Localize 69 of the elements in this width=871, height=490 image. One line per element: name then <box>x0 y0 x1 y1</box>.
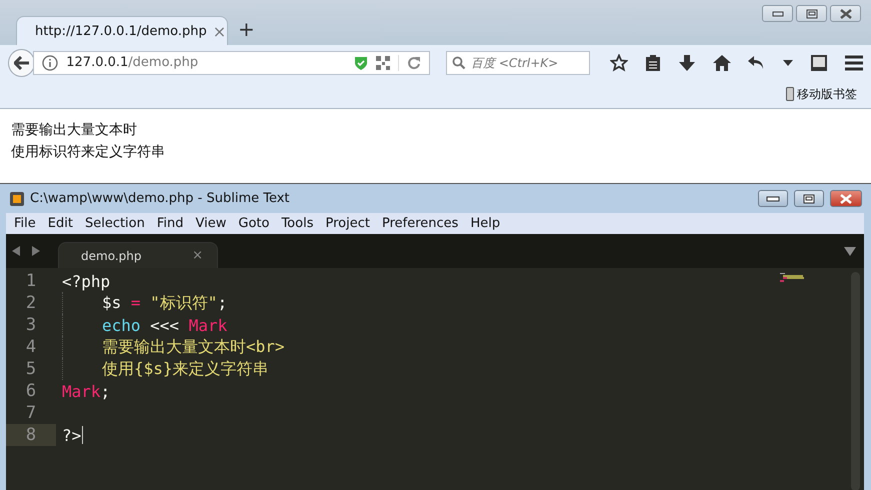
close-button[interactable] <box>830 190 862 207</box>
code-line: ?> <box>62 426 82 444</box>
line-number: 6 <box>24 380 38 402</box>
line-number: 4 <box>24 336 38 358</box>
menu-item[interactable]: Preferences <box>382 216 458 231</box>
window-title: C:\wamp\www\demo.php - Sublime Text <box>30 191 290 206</box>
close-icon[interactable]: × <box>212 22 226 40</box>
line-number: 3 <box>24 314 38 336</box>
code-line: Mark; <box>62 382 110 400</box>
menu-item[interactable]: Edit <box>48 216 73 231</box>
search-icon <box>452 56 466 70</box>
clipboard-icon[interactable] <box>645 54 661 72</box>
reader-icon[interactable] <box>810 54 828 72</box>
restore-icon <box>806 8 818 18</box>
close-icon <box>839 194 853 204</box>
qr-code-icon[interactable] <box>376 56 390 70</box>
code-line: 需要输出大量文本时<br> <box>102 336 285 358</box>
browser-tab[interactable]: http://127.0.0.1/demo.php × <box>16 16 228 45</box>
maximize-button[interactable] <box>796 5 827 22</box>
phone-icon <box>786 87 794 101</box>
new-tab-button[interactable]: + <box>228 17 265 45</box>
back-button[interactable] <box>8 48 36 76</box>
line-number: 5 <box>24 358 38 380</box>
menu-item[interactable]: Tools <box>281 216 314 231</box>
dropdown-icon[interactable] <box>844 247 856 256</box>
menu-item[interactable]: File <box>14 216 36 231</box>
close-button[interactable] <box>830 5 861 22</box>
restore-icon <box>803 194 815 204</box>
bookmark-folder[interactable]: 移动版书签 <box>786 86 857 102</box>
code-line: 使用{$s}来定义字符串 <box>102 358 269 380</box>
shield-icon <box>354 54 368 70</box>
code-line: <?php <box>62 272 110 290</box>
minimize-icon <box>772 10 784 16</box>
menu-item[interactable]: Selection <box>84 216 145 231</box>
menu-item[interactable]: Project <box>325 216 370 231</box>
reload-icon[interactable] <box>407 56 421 70</box>
page-text: 使用标识符来定义字符串 <box>11 143 166 162</box>
minimize-button[interactable] <box>758 190 788 207</box>
editor-tab[interactable]: demo.php × <box>58 242 218 268</box>
tab-arrows-icon[interactable] <box>12 246 40 256</box>
tab-title: demo.php <box>81 248 142 262</box>
back-arrow-icon <box>14 56 30 70</box>
search-field[interactable]: 百度 <Ctrl+K> <box>446 50 590 74</box>
line-number: 7 <box>24 402 38 424</box>
minimize-icon <box>766 196 780 202</box>
minimize-button[interactable] <box>762 5 793 22</box>
address-bar[interactable]: 127.0.0.1/demo.php <box>33 50 430 74</box>
menu-item[interactable]: Help <box>470 216 500 231</box>
line-number: 8 <box>6 424 56 446</box>
home-icon[interactable] <box>713 54 731 72</box>
menu-item[interactable]: Goto <box>238 216 270 231</box>
close-icon[interactable]: × <box>192 248 203 263</box>
download-icon[interactable] <box>678 54 696 72</box>
star-icon[interactable] <box>610 54 628 72</box>
maximize-button[interactable] <box>794 190 824 207</box>
menu-item[interactable]: View <box>196 216 226 231</box>
menu-icon[interactable] <box>845 54 863 70</box>
dropdown-icon[interactable] <box>783 60 793 66</box>
line-number: 2 <box>24 292 38 314</box>
tab-title: http://127.0.0.1/demo.php <box>35 24 207 38</box>
app-icon <box>10 192 24 206</box>
line-number: 1 <box>24 270 38 292</box>
code-line: echo <<< Mark <box>102 316 228 334</box>
info-icon <box>42 54 58 70</box>
menu-item[interactable]: Find <box>156 216 184 231</box>
page-text: 需要输出大量文本时 <box>11 121 138 140</box>
close-icon <box>838 8 852 18</box>
code-line: $s = "标识符"; <box>102 292 228 314</box>
url-text: 127.0.0.1/demo.php <box>66 55 198 70</box>
